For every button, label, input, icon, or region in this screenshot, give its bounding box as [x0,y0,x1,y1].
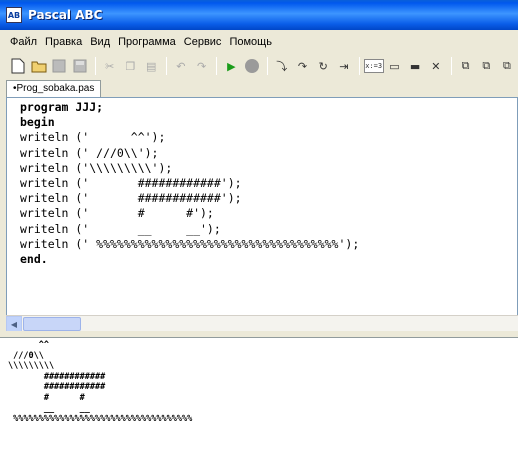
step-over-icon[interactable]: ↷ [293,56,313,76]
output-line: %%%%%%%%%%%%%%%%%%%%%%%%%%%%%%%%%%% [8,414,193,425]
code-line: writeln (' ^^'); [20,130,166,145]
menu-help[interactable]: Помощь [229,36,272,48]
delete-icon[interactable]: ✕ [426,56,446,76]
toolbar-separator [166,57,168,75]
scroll-left-icon[interactable]: ◀ [6,316,22,332]
code-line: program JJJ; [20,100,104,114]
save-all-icon[interactable] [70,56,90,76]
title-bar[interactable]: AB Pascal ABC [0,0,518,30]
window-cascade-icon[interactable]: ⧉ [497,56,517,76]
tab-prog-sobaka[interactable]: •Prog_sobaka.pas [6,80,102,98]
toolbar-separator [450,57,452,75]
output-line: ///0\\ [8,350,44,361]
toolbar-separator [358,57,360,75]
output-line: __ __ [8,403,90,414]
run-to-cursor-icon[interactable]: ⇥ [334,56,354,76]
output-lines: ^^ ///0\\ \\\\\\\\\ ############ #######… [8,340,192,425]
output-line: ############ [8,371,106,382]
tab-bar: •Prog_sobaka.pas [6,80,518,98]
output-line: ^^ [8,340,49,350]
code-line: writeln (' ############'); [20,175,242,190]
code-line: writeln (' __ __'); [20,221,221,236]
app-icon: AB [6,7,22,23]
scroll-thumb[interactable] [23,317,81,331]
toolbar-separator [266,57,268,75]
cut-icon[interactable]: ✂ [100,56,120,76]
watch-icon[interactable]: x:=3 [363,59,384,73]
window-icon[interactable]: ▭ [385,56,405,76]
horizontal-scrollbar[interactable]: ◀ [6,315,518,332]
output-line: ############ [8,382,106,393]
toolbar-separator [216,57,218,75]
save-icon[interactable] [49,56,69,76]
code-line: writeln (' # #'); [20,206,214,221]
output-window[interactable]: ^^ ///0\\ \\\\\\\\\ ############ #######… [0,337,518,475]
menu-bar: Файл Правка Вид Программа Сервис Помощь [0,32,518,52]
code-line: writeln (' %%%%%%%%%%%%%%%%%%%%%%%%%%%%%… [20,236,360,251]
step-out-icon[interactable]: ↻ [313,56,333,76]
code-line: writeln (' ///0\\'); [20,145,159,160]
copy-icon[interactable]: ❐ [121,56,141,76]
step-into-icon[interactable]: ⤵ [272,56,292,76]
output-line: \\\\\\\\\ [8,361,55,372]
menu-file[interactable]: Файл [10,36,37,48]
code-lines: program JJJ; begin writeln (' ^^'); writ… [20,100,359,267]
menu-view[interactable]: Вид [90,36,110,48]
redo-icon[interactable]: ↷ [192,56,212,76]
code-line: begin [20,115,55,130]
window-title: Pascal ABC [28,8,103,22]
run-icon[interactable]: ▶ [221,56,241,76]
new-file-icon[interactable] [8,56,28,76]
output-line: # # [8,392,85,403]
window-tile-icon[interactable]: ⧉ [476,56,496,76]
code-line: end. [20,251,48,266]
code-editor[interactable]: program JJJ; begin writeln (' ^^'); writ… [6,97,518,331]
toolbar-separator [94,57,96,75]
menu-service[interactable]: Сервис [184,36,222,48]
code-line: writeln ('\\\\\\\\\'); [20,160,173,175]
toolbar: ✂ ❐ ▤ ↶ ↷ ▶ ⤵ ↷ ↻ ⇥ x:=3 ▭ ▬ ✕ ⧉ ⧉ ⧉ [8,55,518,77]
breakpoint-icon[interactable]: ▬ [405,56,425,76]
open-folder-icon[interactable] [29,56,49,76]
paste-icon[interactable]: ▤ [141,56,161,76]
code-line: writeln (' ############'); [20,191,242,206]
menu-program[interactable]: Программа [118,36,176,48]
stop-icon[interactable] [242,56,262,76]
window-restore-icon[interactable]: ⧉ [456,56,476,76]
undo-icon[interactable]: ↶ [171,56,191,76]
menu-edit[interactable]: Правка [45,36,82,48]
